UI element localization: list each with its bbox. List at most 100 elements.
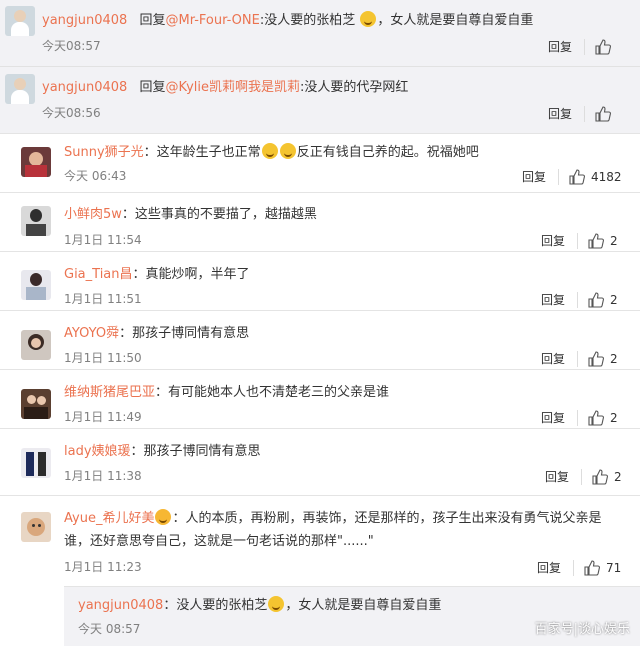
- user-avatar[interactable]: [21, 270, 51, 300]
- thumbs-up-icon: [588, 409, 605, 426]
- mention-link[interactable]: @Kylie凯莉啊我是凯莉: [165, 80, 300, 95]
- comment-text: yangjun0408 回复@Kylie凯莉啊我是凯莉:没人要的代孕网红: [42, 79, 408, 97]
- thumbs-up-icon: [592, 468, 609, 485]
- timestamp: 今天08:57: [42, 39, 101, 53]
- reply-button[interactable]: 回复: [548, 38, 572, 55]
- user-avatar[interactable]: [21, 206, 51, 236]
- divider: [577, 232, 579, 249]
- divider: [581, 468, 583, 485]
- divider: [577, 291, 579, 308]
- username-link[interactable]: Gia_Tian昌: [64, 267, 133, 282]
- user-avatar[interactable]: [21, 512, 51, 542]
- reply-prefix: 回复: [139, 13, 166, 28]
- username-link[interactable]: lady姨娘瑗: [64, 444, 131, 459]
- thumbs-up-icon: [595, 38, 612, 55]
- thumbs-up-icon: [569, 168, 586, 185]
- like-button[interactable]: 2: [592, 468, 622, 485]
- user-avatar[interactable]: [21, 448, 51, 478]
- reply-button[interactable]: 回复: [537, 559, 561, 576]
- like-button[interactable]: 2: [588, 232, 618, 249]
- user-avatar[interactable]: [21, 389, 51, 419]
- comment-actions: 回复 2: [545, 468, 622, 485]
- thumbs-up-icon: [588, 291, 605, 308]
- comment-item: Gia_Tian昌：真能炒啊，半年了 1月1日 11:51 回复 2: [0, 251, 640, 311]
- comment-actions: 回复 2: [541, 409, 618, 426]
- comment-text: Ayue_希儿好美 ：人的本质，再粉刷，再装饰，还是那样的，孩子生出来没有勇气说父…: [64, 509, 601, 528]
- reply-button[interactable]: 回复: [522, 168, 546, 185]
- like-count: 2: [610, 292, 618, 307]
- like-button[interactable]: [595, 38, 617, 55]
- reply-prefix: 回复: [139, 80, 166, 95]
- comment-item: 维纳斯猪尾巴亚：有可能她本人也不清楚老三的父亲是谁 1月1日 11:49 回复 …: [0, 369, 640, 429]
- comment-body: ：那孩子博同情有意思: [130, 444, 261, 459]
- username-link[interactable]: yangjun0408: [42, 13, 127, 28]
- reply-button[interactable]: 回复: [541, 350, 565, 367]
- timestamp: 今天 06:43: [64, 169, 127, 183]
- comment-item: AYOYO舜：那孩子博同情有意思 1月1日 11:50 回复 2: [0, 310, 640, 370]
- divider: [577, 350, 579, 367]
- thumbs-up-icon: [588, 350, 605, 367]
- reply-button[interactable]: 回复: [541, 232, 565, 249]
- divider: [584, 38, 586, 55]
- laughing-tears-emoji-icon: [268, 596, 285, 612]
- comment-body: ：真能炒啊，半年了: [132, 267, 250, 282]
- comment-actions: 回复 2: [541, 291, 618, 308]
- thumbs-up-icon: [584, 559, 601, 576]
- comment-text: yangjun0408：没人要的张柏芝 ，女人就是要自尊自爱自重: [78, 596, 441, 615]
- comment-text: Gia_Tian昌：真能炒啊，半年了: [64, 266, 250, 284]
- comment-body: ：没人要的张柏芝: [163, 598, 268, 613]
- divider: [573, 559, 575, 576]
- reply-button[interactable]: 回复: [541, 291, 565, 308]
- mention-link[interactable]: @Mr-Four-ONE: [165, 13, 259, 28]
- comment-actions: 回复 4182: [522, 168, 622, 185]
- comment-item: Sunny狮子光：这年龄生子也正常 反正有钱自己养的起。祝福她吧 今天 06:43…: [0, 133, 640, 193]
- laughing-tears-emoji-icon: [261, 143, 278, 159]
- timestamp: 1月1日 11:49: [64, 410, 142, 424]
- user-avatar[interactable]: [21, 330, 51, 360]
- username-link[interactable]: yangjun0408: [78, 598, 163, 613]
- like-button[interactable]: 2: [588, 291, 618, 308]
- like-button[interactable]: 4182: [569, 168, 622, 185]
- user-avatar[interactable]: [21, 147, 51, 177]
- comment-body: ：这些事真的不要描了，越描越黑: [121, 207, 317, 222]
- comment-text: Sunny狮子光：这年龄生子也正常 反正有钱自己养的起。祝福她吧: [64, 143, 479, 162]
- like-count: 2: [610, 233, 618, 248]
- comment-body-continued: 反正有钱自己养的起。祝福她吧: [296, 145, 479, 160]
- like-button[interactable]: [595, 105, 617, 122]
- laughing-tears-emoji-icon: [279, 143, 296, 159]
- thumbs-up-icon: [595, 105, 612, 122]
- reply-button[interactable]: 回复: [541, 409, 565, 426]
- comment-text-line2: 谁，还好意思夸自己，这就是一句老话说的那样"......": [64, 534, 374, 549]
- like-button[interactable]: 71: [584, 559, 621, 576]
- timestamp: 1月1日 11:23: [64, 560, 142, 574]
- like-button[interactable]: 2: [588, 350, 618, 367]
- comment-actions: 回复 71: [537, 559, 621, 576]
- comment-actions: 回复 2: [541, 350, 618, 367]
- like-button[interactable]: 2: [588, 409, 618, 426]
- username-link[interactable]: 小鲜肉5w: [64, 207, 122, 222]
- like-count: 4182: [591, 169, 622, 184]
- reply-button[interactable]: 回复: [548, 105, 572, 122]
- username-link[interactable]: yangjun0408: [42, 80, 127, 95]
- user-avatar[interactable]: [5, 6, 35, 36]
- comment-actions: 回复: [548, 105, 617, 122]
- comment-item: yangjun0408 回复@Mr-Four-ONE:没人要的张柏芝 ，女人就是…: [0, 0, 640, 66]
- comment-item: 小鲜肉5w：这些事真的不要描了，越描越黑 1月1日 11:54 回复 2: [0, 192, 640, 252]
- reply-button[interactable]: 回复: [545, 468, 569, 485]
- timestamp: 1月1日 11:38: [64, 469, 142, 483]
- comment-body: :没人要的张柏芝: [259, 13, 356, 28]
- user-avatar[interactable]: [5, 74, 35, 104]
- divider: [584, 105, 586, 122]
- username-link[interactable]: AYOYO舜: [64, 326, 119, 341]
- username-link[interactable]: Sunny狮子光: [64, 145, 144, 160]
- comment-body: :没人要的代孕网红: [299, 80, 409, 95]
- timestamp: 1月1日 11:50: [64, 351, 142, 365]
- username-link[interactable]: Ayue_希儿好美: [64, 511, 154, 526]
- comment-actions: 回复: [548, 38, 617, 55]
- username-link[interactable]: 维纳斯猪尾巴亚: [64, 385, 155, 400]
- comment-text: 小鲜肉5w：这些事真的不要描了，越描越黑: [64, 206, 317, 224]
- comment-body: ：这年龄生子也正常: [143, 145, 261, 160]
- comment-text: lady姨娘瑗：那孩子博同情有意思: [64, 443, 261, 461]
- nested-reply: yangjun0408：没人要的张柏芝 ，女人就是要自尊自爱自重 今天 08:57: [64, 586, 640, 646]
- comment-text: yangjun0408 回复@Mr-Four-ONE:没人要的张柏芝 ，女人就是…: [42, 11, 533, 30]
